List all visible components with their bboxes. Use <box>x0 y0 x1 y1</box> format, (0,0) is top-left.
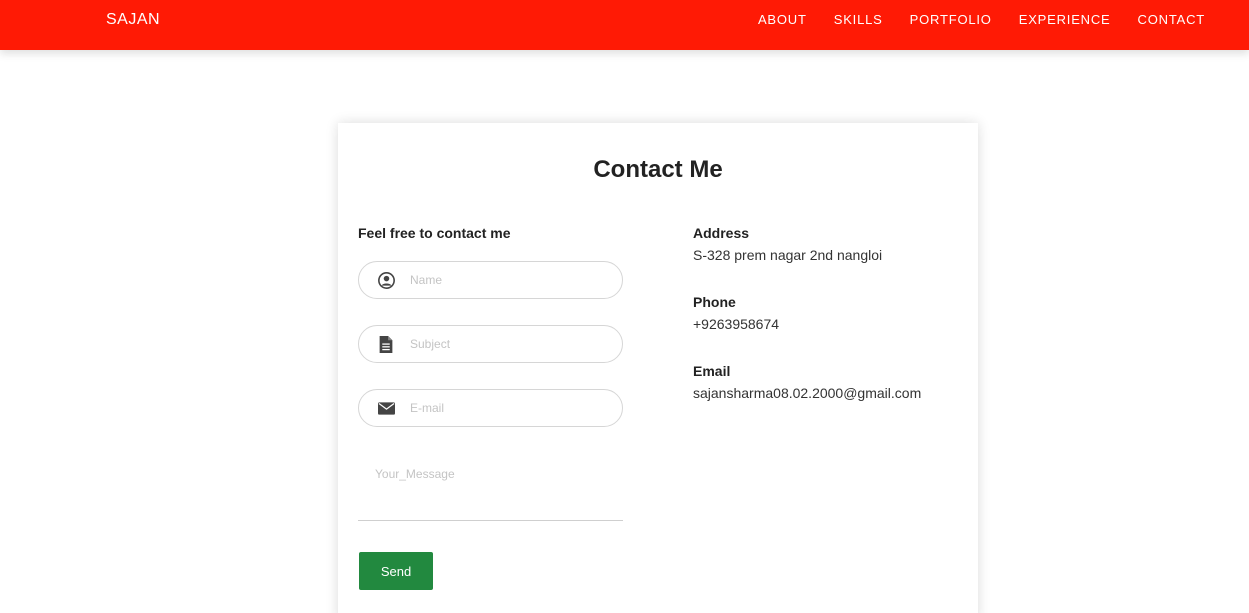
email-field[interactable] <box>358 389 623 427</box>
contact-title: Contact Me <box>593 156 723 183</box>
nav-link-skills[interactable]: SKILLS <box>834 12 883 27</box>
email-input[interactable] <box>410 401 600 415</box>
brand-logo-link[interactable]: SAJAN <box>106 11 160 29</box>
user-circle-icon <box>377 271 395 289</box>
nav-link-portfolio[interactable]: PORTFOLIO <box>910 12 992 27</box>
email-value: sajansharma08.02.2000@gmail.com <box>693 385 922 401</box>
envelope-icon <box>377 399 395 417</box>
address-block: Address S-328 prem nagar 2nd nangloi <box>693 225 882 263</box>
contact-form: Feel free to contact me Name Subject E-m… <box>358 225 623 590</box>
top-navbar: SAJAN ABOUT SKILLS PORTFOLIO EXPERIENCE … <box>0 0 1249 50</box>
nav-link-experience[interactable]: EXPERIENCE <box>1019 12 1111 27</box>
phone-block: Phone +9263958674 <box>693 294 779 332</box>
address-value: S-328 prem nagar 2nd nangloi <box>693 247 883 263</box>
name-field[interactable] <box>358 261 623 299</box>
address-label: Address <box>693 225 750 241</box>
email-block: Email sajansharma08.02.2000@gmail.com <box>693 363 921 401</box>
form-heading: Feel free to contact me <box>358 225 511 241</box>
contact-card: Contact Me Feel free to contact me Name … <box>338 123 978 613</box>
name-input[interactable] <box>410 273 600 287</box>
send-button[interactable]: Send <box>359 552 433 590</box>
subject-field[interactable] <box>358 325 623 363</box>
subject-input[interactable] <box>410 337 600 351</box>
message-textarea[interactable] <box>358 457 623 521</box>
phone-value: +9263958674 <box>693 316 780 332</box>
document-icon <box>377 335 395 353</box>
nav-link-contact[interactable]: CONTACT <box>1138 12 1205 27</box>
email-label: Email <box>693 363 731 379</box>
nav-links: ABOUT SKILLS PORTFOLIO EXPERIENCE CONTAC… <box>758 12 1205 27</box>
phone-label: Phone <box>693 294 736 310</box>
nav-link-about[interactable]: ABOUT <box>758 12 807 27</box>
